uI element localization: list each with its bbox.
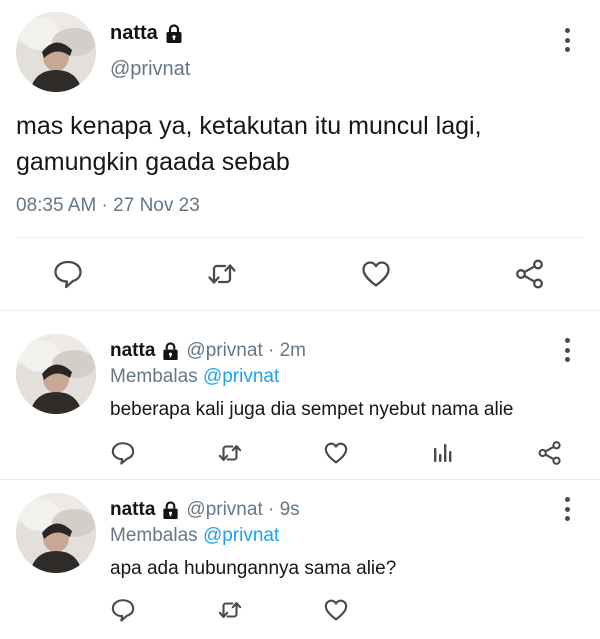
lock-icon [164, 23, 184, 44]
lock-icon [161, 500, 180, 520]
replying-to: Membalas @privnat [110, 366, 279, 388]
divider [16, 237, 584, 238]
reply-header: natta @privnat · 9s [110, 499, 300, 521]
retweet-icon[interactable] [206, 258, 238, 290]
display-name-text: natta [110, 22, 158, 44]
tweet-text: mas kenapa ya, ketakutan itu muncul lagi… [16, 112, 482, 176]
more-icon[interactable] [561, 28, 573, 52]
display-name[interactable]: natta [110, 340, 155, 362]
replying-prefix: Membalas [110, 525, 198, 546]
main-tweet: natta @privnat mas kenapa ya, ketakutan … [0, 0, 600, 311]
reply-tweet[interactable]: natta @privnat · 2m Membalas @privnat be… [0, 312, 600, 480]
like-icon[interactable] [323, 440, 349, 466]
display-name[interactable]: natta [110, 22, 184, 45]
handle-and-time[interactable]: @privnat · 2m [186, 340, 306, 362]
lock-icon [161, 341, 180, 361]
avatar[interactable] [16, 12, 96, 92]
reply-text: apa ada hubungannya sama alie? [110, 558, 397, 579]
share-icon[interactable] [514, 258, 546, 290]
retweet-icon[interactable] [217, 597, 243, 623]
retweet-icon[interactable] [217, 440, 243, 466]
reply-icon[interactable] [110, 597, 136, 623]
reply-text: beberapa kali juga dia sempet nyebut nam… [110, 399, 514, 420]
reply-icon[interactable] [52, 258, 84, 290]
display-name[interactable]: natta [110, 499, 155, 521]
handle-and-time[interactable]: @privnat · 9s [186, 499, 299, 521]
replying-to-link[interactable]: @privnat [203, 366, 279, 387]
more-icon[interactable] [561, 497, 573, 521]
share-icon[interactable] [537, 440, 563, 466]
more-icon[interactable] [561, 338, 573, 362]
like-icon[interactable] [360, 258, 392, 290]
handle[interactable]: @privnat [110, 58, 190, 81]
avatar[interactable] [16, 334, 96, 414]
replying-to: Membalas @privnat [110, 525, 279, 547]
reply-icon[interactable] [110, 440, 136, 466]
analytics-icon[interactable] [430, 440, 456, 466]
reply-header: natta @privnat · 2m [110, 340, 306, 362]
replying-to-link[interactable]: @privnat [203, 525, 279, 546]
avatar[interactable] [16, 493, 96, 573]
replying-prefix: Membalas [110, 366, 198, 387]
like-icon[interactable] [323, 597, 349, 623]
reply-tweet[interactable]: natta @privnat · 9s Membalas @privnat ap… [0, 481, 600, 639]
tweet-timestamp[interactable]: 08:35 AM · 27 Nov 23 [16, 195, 200, 217]
